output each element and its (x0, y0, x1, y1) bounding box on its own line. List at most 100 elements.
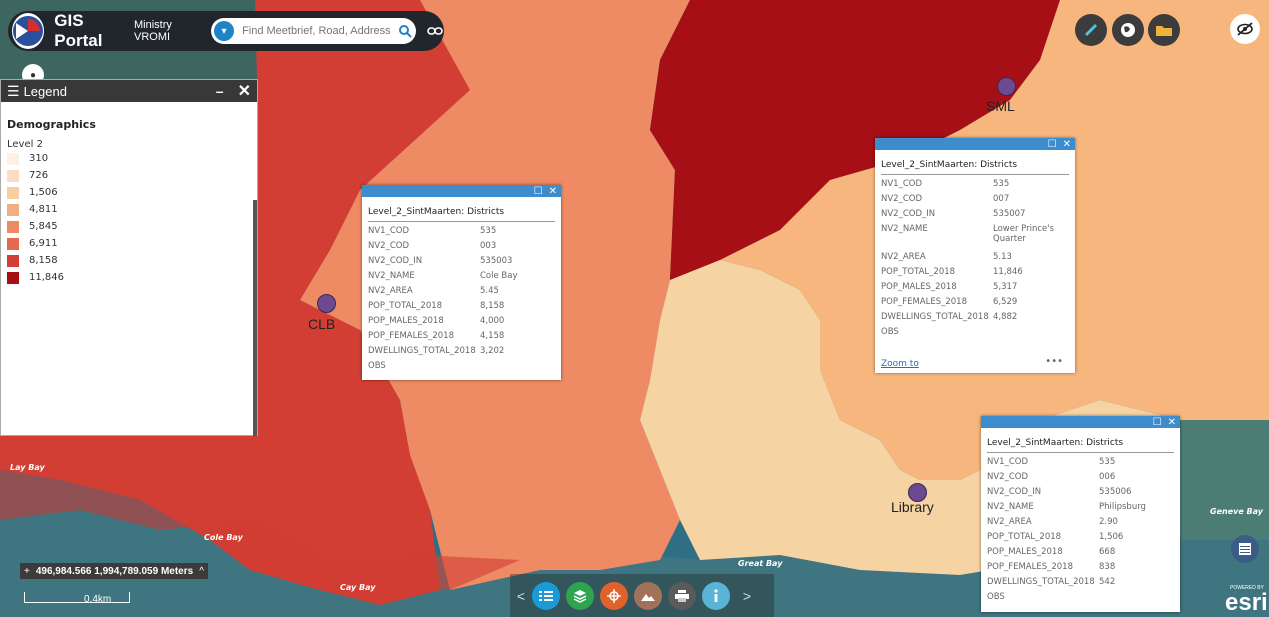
layers-folder-button[interactable] (1148, 14, 1180, 46)
attribute-value: 5.13 (993, 252, 1012, 262)
attribute-row: POP_MALES_2018 5,317 (881, 282, 1063, 297)
popup-title: Level_2_SintMaarten: Districts (881, 160, 1069, 175)
attribute-key: NV2_COD (368, 241, 410, 251)
poi-clb-marker[interactable] (317, 294, 336, 313)
attribute-key: POP_TOTAL_2018 (881, 267, 956, 277)
legend-tool-button[interactable] (532, 581, 560, 610)
attribute-row: NV2_COD 006 (987, 472, 1146, 487)
scale-bar (24, 592, 130, 603)
layers-icon (573, 589, 587, 603)
toggle-visibility-button[interactable] (1230, 14, 1260, 44)
share-link-button[interactable] (426, 21, 444, 41)
attribute-row: NV2_NAME Philipsburg (987, 502, 1146, 517)
attribute-row: NV2_COD_IN 535006 (987, 487, 1146, 502)
crosshair-icon (607, 588, 621, 603)
basemap-tool-button[interactable] (634, 581, 662, 610)
attribute-key: NV1_COD (368, 226, 410, 236)
menu-icon[interactable]: ☰ (7, 83, 20, 100)
ruler-icon (1084, 23, 1098, 37)
search-input[interactable] (240, 24, 395, 38)
attribute-key: POP_FEMALES_2018 (368, 331, 454, 341)
attribute-row: NV2_AREA 5.45 (368, 286, 518, 301)
minimize-icon[interactable]: – (216, 83, 224, 99)
popup-attributes: NV1_COD 535 NV2_COD 007 NV2_COD_IN 535007 NV2_… (881, 179, 1063, 342)
attribute-value: Lower Prince's Quarter (993, 224, 1055, 244)
attribute-row: NV2_COD_IN 535003 (368, 256, 518, 271)
table-icon (1239, 543, 1251, 555)
search-button[interactable] (394, 21, 416, 41)
attribute-value: 542 (1099, 577, 1116, 587)
attribute-key: NV2_COD_IN (368, 256, 423, 266)
toolbar-next-button[interactable]: > (736, 588, 758, 604)
eye-off-icon (1237, 22, 1253, 36)
attribute-row: DWELLINGS_TOTAL_2018 4,882 (881, 312, 1063, 327)
attribute-row: NV2_AREA 5.13 (881, 252, 1063, 267)
attribute-value: 6,529 (993, 297, 1018, 307)
legend-swatch (7, 169, 19, 182)
close-icon[interactable]: ✕ (1168, 417, 1176, 428)
coordinate-text: 496,984.566 1,994,789.059 Meters (35, 565, 194, 577)
list-icon (539, 590, 553, 601)
close-icon[interactable]: ✕ (1063, 139, 1071, 150)
close-icon[interactable]: ✕ (549, 186, 557, 197)
attribute-key: DWELLINGS_TOTAL_2018 (881, 312, 989, 322)
search-source-dropdown-icon[interactable]: ▾ (214, 21, 235, 41)
popup-cole-bay: ☐ ✕ Level_2_SintMaarten: Districts NV1_C… (362, 185, 561, 380)
attribute-value (1099, 592, 1146, 607)
attribute-row: POP_TOTAL_2018 8,158 (368, 301, 518, 316)
legend-item-label: 1,506 (29, 187, 58, 198)
close-icon[interactable]: ✕ (238, 81, 251, 101)
coordinate-toggle-button[interactable]: + (24, 566, 30, 577)
attribute-key: NV2_COD_IN (881, 209, 936, 219)
toolbar-prev-button[interactable]: < (510, 588, 532, 604)
attribute-value: 006 (1099, 472, 1116, 482)
more-actions-button[interactable]: ••• (1045, 356, 1063, 367)
legend-item: 11,846 (7, 269, 251, 286)
maximize-icon[interactable]: ☐ (1048, 139, 1057, 150)
attribute-table-button[interactable] (1231, 535, 1259, 563)
poi-library-label: Library (891, 499, 934, 515)
attribute-row: NV2_COD 003 (368, 241, 518, 256)
land-right (1180, 420, 1269, 540)
attribute-value (480, 361, 518, 376)
attribute-row: POP_TOTAL_2018 1,506 (987, 532, 1146, 547)
info-tool-button[interactable] (702, 581, 730, 610)
attribute-row: DWELLINGS_TOTAL_2018 542 (987, 577, 1146, 592)
place-lay-bay: Lay Bay (10, 463, 45, 472)
coordinate-expand-button[interactable]: ^ (199, 566, 204, 577)
attribute-key: POP_TOTAL_2018 (368, 301, 443, 311)
attribute-row: NV2_COD_IN 535007 (881, 209, 1063, 224)
print-tool-button[interactable] (668, 581, 696, 610)
locate-tool-button[interactable] (600, 581, 628, 610)
legend-swatch (7, 220, 19, 233)
attribute-row: NV2_COD 007 (881, 194, 1063, 209)
popup-philipsburg: ☐ ✕ Level_2_SintMaarten: Districts NV1_C… (981, 416, 1180, 612)
zoom-to-link[interactable]: Zoom to (881, 359, 919, 369)
legend-swatch (7, 237, 19, 250)
maximize-icon[interactable]: ☐ (1153, 417, 1162, 428)
attribute-key: NV2_COD (987, 472, 1029, 482)
attribute-row: OBS (987, 592, 1146, 607)
legend-swatch (7, 152, 19, 165)
layers-tool-button[interactable] (566, 581, 594, 610)
legend-item: 4,811 (7, 201, 251, 218)
measure-button[interactable] (1075, 14, 1107, 46)
popup-title: Level_2_SintMaarten: Districts (368, 207, 555, 222)
flag-logo-icon (13, 16, 44, 46)
attribute-key: POP_FEMALES_2018 (881, 297, 967, 307)
attribute-row: POP_MALES_2018 668 (987, 547, 1146, 562)
legend-item-label: 5,845 (29, 221, 58, 232)
attribute-value: 8,158 (480, 301, 505, 311)
maximize-icon[interactable]: ☐ (534, 186, 543, 197)
attribute-row: POP_FEMALES_2018 6,529 (881, 297, 1063, 312)
basemap-button[interactable] (1112, 14, 1144, 46)
bottom-toolbar: < > (510, 574, 774, 617)
legend-item: 1,506 (7, 184, 251, 201)
poi-sml-marker[interactable] (997, 77, 1016, 96)
attribute-value: 3,202 (480, 346, 505, 356)
attribute-key: NV2_NAME (368, 271, 415, 281)
link-icon (427, 27, 443, 35)
app-header: GIS Portal Ministry VROMI ▾ (8, 11, 444, 51)
legend-scrollbar[interactable] (253, 200, 257, 436)
attribute-row: NV1_COD 535 (881, 179, 1063, 194)
